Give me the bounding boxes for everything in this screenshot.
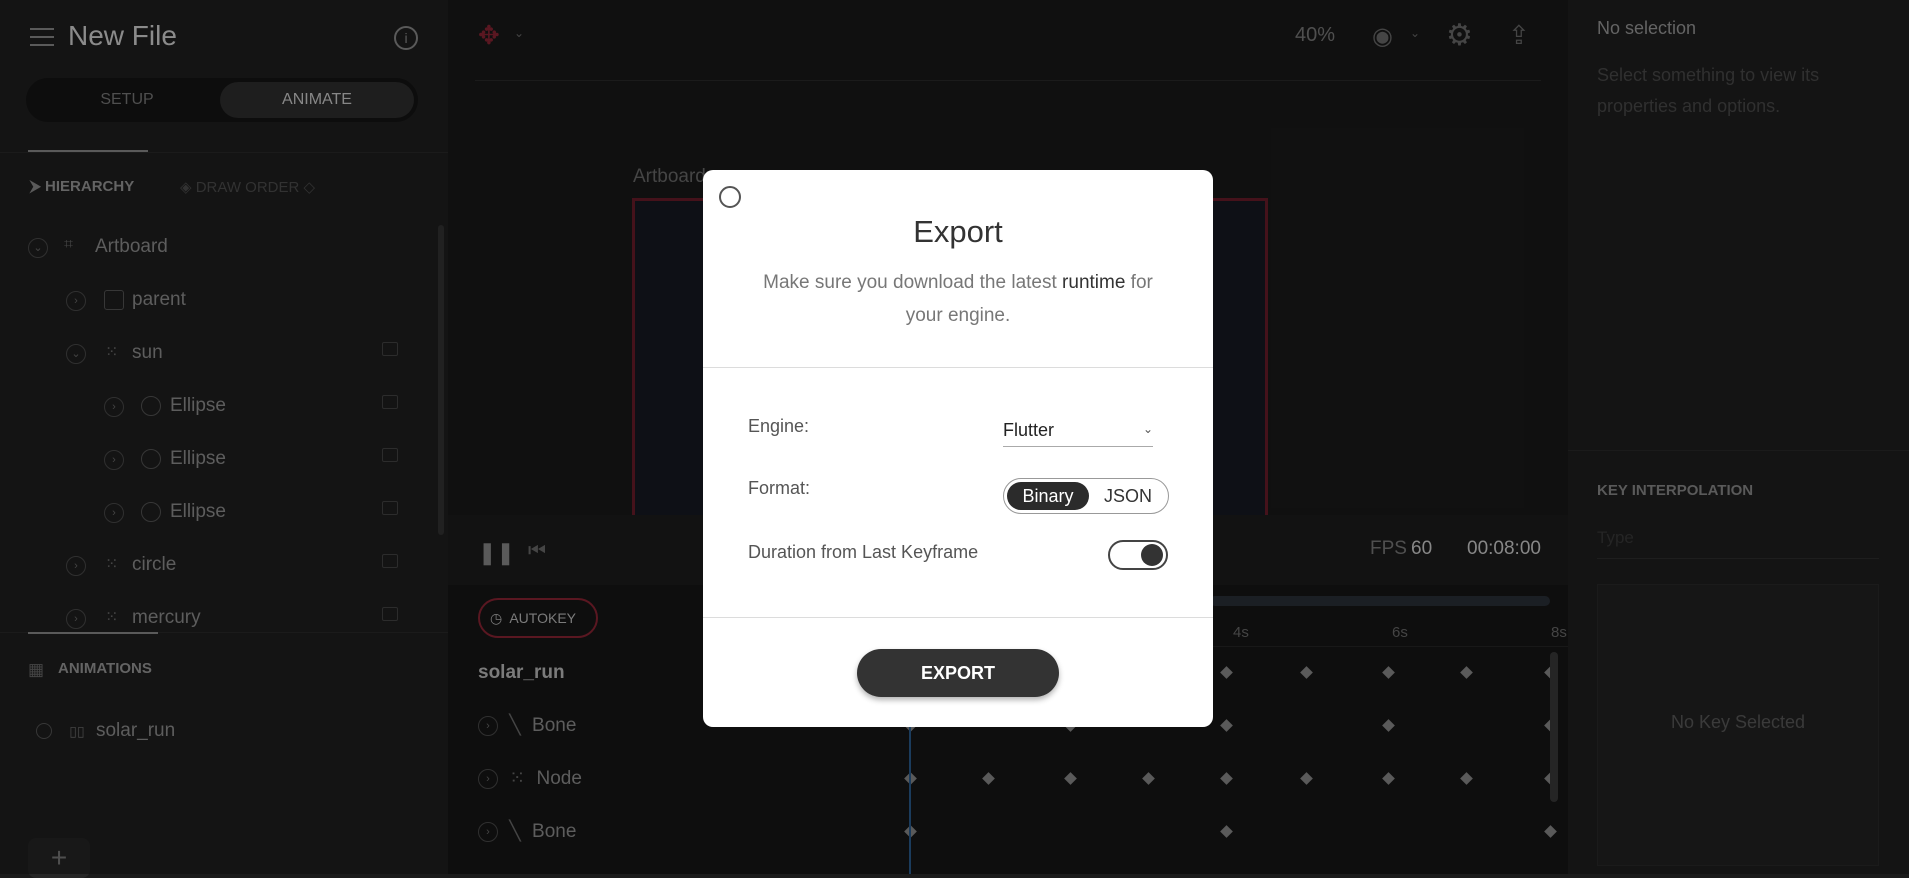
description-text: Make sure you download the latest <box>763 272 1063 293</box>
dialog-title: Export <box>913 214 1003 249</box>
toggle-knob <box>1141 544 1163 566</box>
close-icon[interactable] <box>719 186 741 208</box>
chevron-down-icon: ⌄ <box>1142 422 1153 436</box>
format-segmented-control: Binary JSON <box>1003 478 1169 514</box>
runtime-link[interactable]: runtime <box>1062 272 1125 293</box>
divider <box>703 617 1213 618</box>
engine-label: Engine: <box>748 416 810 436</box>
export-button[interactable]: EXPORT <box>857 649 1059 697</box>
dialog-description: Make sure you download the latest runtim… <box>743 266 1173 332</box>
export-dialog: Export Make sure you download the latest… <box>703 170 1213 727</box>
duration-label: Duration from Last Keyframe <box>748 542 979 562</box>
format-option-json[interactable]: JSON <box>1092 482 1164 510</box>
format-option-binary[interactable]: Binary <box>1007 482 1089 510</box>
engine-value: Flutter <box>1003 420 1055 440</box>
duration-toggle[interactable] <box>1108 540 1168 570</box>
engine-select[interactable]: Flutter ⌄ <box>1003 420 1153 447</box>
format-label: Format: <box>748 478 811 498</box>
divider <box>703 367 1213 368</box>
